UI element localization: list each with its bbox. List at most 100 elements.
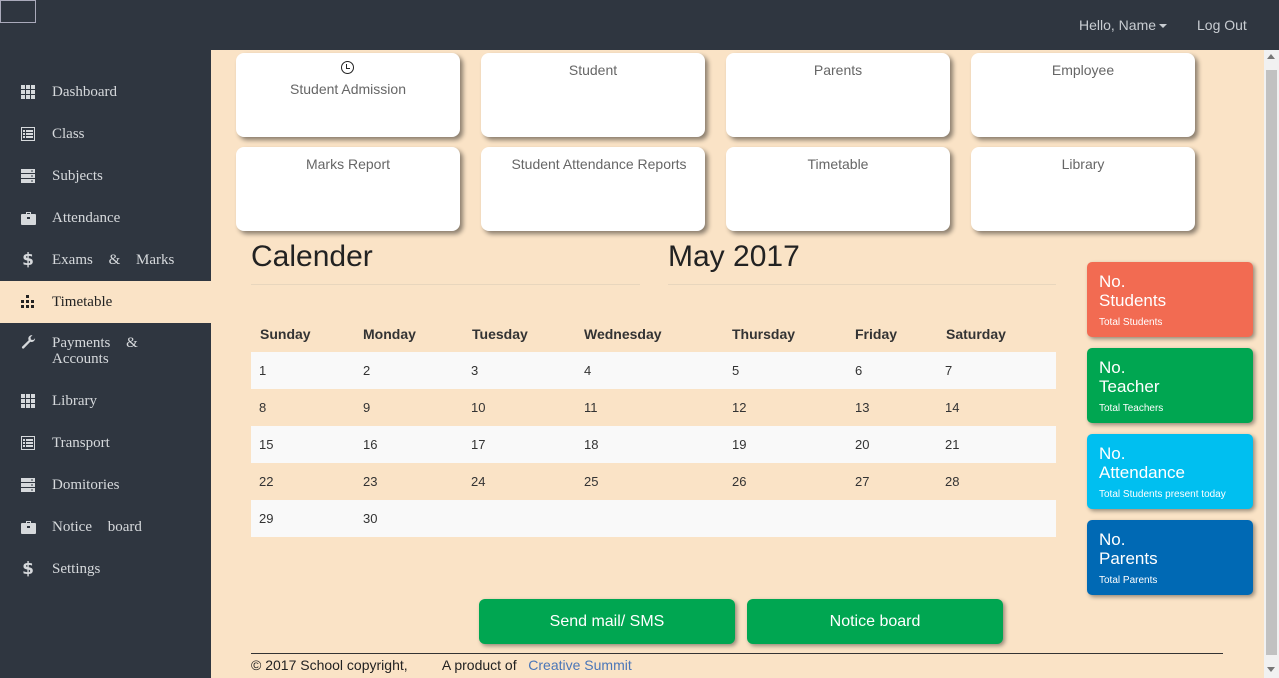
logo-placeholder[interactable]: [0, 0, 36, 23]
calendar-day[interactable]: 3: [471, 363, 478, 378]
calendar-day[interactable]: 26: [732, 474, 746, 489]
tile-student[interactable]: Student: [481, 53, 705, 137]
calendar-day[interactable]: 25: [584, 474, 598, 489]
sidebar-item-notice-board[interactable]: Notice board: [0, 506, 211, 548]
calendar-day[interactable]: 19: [732, 437, 746, 452]
calendar-day[interactable]: 17: [471, 437, 485, 452]
tile-parents[interactable]: Parents: [726, 53, 950, 137]
sidebar-item-label: Dashboard: [52, 84, 117, 100]
calendar-day[interactable]: 14: [945, 400, 959, 415]
calendar-day[interactable]: 22: [259, 474, 273, 489]
stat-card-parents[interactable]: No. Parents Total Parents: [1087, 520, 1253, 595]
tile-label: Student Attendance Reports: [511, 156, 687, 172]
list-icon: [19, 434, 37, 452]
dollar-icon: $: [22, 250, 34, 270]
clock-icon: [341, 61, 354, 74]
sidebar-item-subjects[interactable]: Subjects: [0, 155, 211, 197]
day-header: Monday: [363, 326, 416, 342]
calendar-week-row: 15 16 17 18 19 20 21: [251, 426, 1056, 463]
calendar-day[interactable]: 23: [363, 474, 377, 489]
stack-icon: [19, 476, 37, 494]
sidebar-item-library[interactable]: Library: [0, 380, 211, 422]
calendar-day[interactable]: 15: [259, 437, 273, 452]
stat-line1: No.: [1099, 272, 1126, 291]
stat-title: No. Teacher: [1099, 358, 1249, 396]
divider: [251, 284, 640, 285]
stat-card-teachers[interactable]: No. Teacher Total Teachers: [1087, 348, 1253, 423]
stat-line2: Parents: [1099, 549, 1158, 568]
tile-label: Marks Report: [305, 156, 391, 172]
scroll-down-arrow-icon[interactable]: [1267, 667, 1275, 672]
user-menu[interactable]: Hello, Name: [1079, 17, 1168, 33]
sidebar-item-exams-marks[interactable]: $ Exams & Marks: [0, 239, 211, 281]
tile-timetable[interactable]: Timetable: [726, 147, 950, 231]
tile-student-admission[interactable]: Student Admission: [236, 53, 460, 137]
list-icon: [19, 125, 37, 143]
sidebar-item-label: Notice board: [52, 519, 142, 535]
stat-title: No. Attendance: [1099, 444, 1249, 482]
sidebar-item-domitories[interactable]: Domitories: [0, 464, 211, 506]
scroll-up-arrow-icon[interactable]: [1267, 54, 1275, 59]
calendar-day[interactable]: 6: [855, 363, 862, 378]
sidebar-item-label: Settings: [52, 561, 101, 577]
calendar-day[interactable]: 18: [584, 437, 598, 452]
calendar-day[interactable]: 7: [945, 363, 952, 378]
calendar-day[interactable]: 12: [732, 400, 746, 415]
calendar-day[interactable]: 2: [363, 363, 370, 378]
sidebar-item-label: Transport: [52, 435, 110, 451]
calendar-week-row: 22 23 24 25 26 27 28: [251, 463, 1056, 500]
calendar-day[interactable]: 4: [584, 363, 591, 378]
stat-caption: Total Students: [1099, 317, 1163, 328]
stat-card-students[interactable]: No. Students Total Students: [1087, 262, 1253, 337]
tile-label: Library: [1061, 156, 1105, 172]
sidebar-item-attendance[interactable]: Attendance: [0, 197, 211, 239]
send-mail-sms-button[interactable]: Send mail/ SMS: [479, 599, 735, 644]
grid-icon: [19, 392, 37, 410]
scrollbar[interactable]: [1264, 50, 1279, 678]
sidebar-item-dashboard[interactable]: Dashboard: [0, 71, 211, 113]
tile-employee[interactable]: Employee: [971, 53, 1195, 137]
scroll-thumb[interactable]: [1266, 70, 1277, 655]
grid-icon: [19, 83, 37, 101]
sidebar-item-payments-accounts[interactable]: Payments & Accounts: [0, 323, 211, 373]
calendar-day[interactable]: 24: [471, 474, 485, 489]
sidebar-item-label: Payments & Accounts: [52, 335, 138, 367]
calendar-day[interactable]: 11: [584, 400, 598, 415]
stat-caption: Total Students present today: [1099, 489, 1226, 500]
top-navbar: Hello, Name Log Out: [0, 0, 1279, 50]
calendar-day[interactable]: 27: [855, 474, 869, 489]
calendar-day[interactable]: 29: [259, 511, 273, 526]
calendar-week-row: 1 2 3 4 5 6 7: [251, 352, 1056, 389]
calendar-day[interactable]: 20: [855, 437, 869, 452]
stat-title: No. Parents: [1099, 530, 1249, 568]
sidebar-item-timetable[interactable]: Timetable: [0, 281, 211, 323]
calendar-day[interactable]: 28: [945, 474, 959, 489]
tile-marks-report[interactable]: Marks Report: [236, 147, 460, 231]
stat-card-attendance[interactable]: No. Attendance Total Students present tod…: [1087, 434, 1253, 509]
tile-label: Student Admission: [290, 81, 406, 97]
sidebar-item-transport[interactable]: Transport: [0, 422, 211, 464]
stat-caption: Total Teachers: [1099, 403, 1164, 414]
tile-student-attendance-reports[interactable]: Student Attendance Reports: [481, 147, 705, 231]
logout-link[interactable]: Log Out: [1197, 17, 1247, 33]
tile-library[interactable]: Library: [971, 147, 1195, 231]
calendar-day[interactable]: 13: [855, 400, 869, 415]
calendar-day[interactable]: 9: [363, 400, 370, 415]
calendar-day[interactable]: 5: [732, 363, 739, 378]
bars-icon: [19, 293, 37, 311]
stack-icon: [19, 167, 37, 185]
footer-divider: [251, 653, 1223, 654]
calendar-day[interactable]: 21: [945, 437, 959, 452]
footer-company-link[interactable]: Creative Summit: [528, 657, 631, 673]
calendar-day[interactable]: 16: [363, 437, 377, 452]
calendar-day[interactable]: 1: [259, 363, 266, 378]
sidebar-item-label: Subjects: [52, 168, 103, 184]
calendar-day[interactable]: 10: [471, 400, 485, 415]
calendar-day[interactable]: 8: [259, 400, 266, 415]
day-header: Wednesday: [584, 326, 662, 342]
sidebar-item-settings[interactable]: $ Settings: [0, 548, 211, 590]
sidebar-item-class[interactable]: Class: [0, 113, 211, 155]
calendar-day[interactable]: 30: [363, 511, 377, 526]
sidebar-item-label: Class: [52, 126, 85, 142]
notice-board-button[interactable]: Notice board: [747, 599, 1003, 644]
